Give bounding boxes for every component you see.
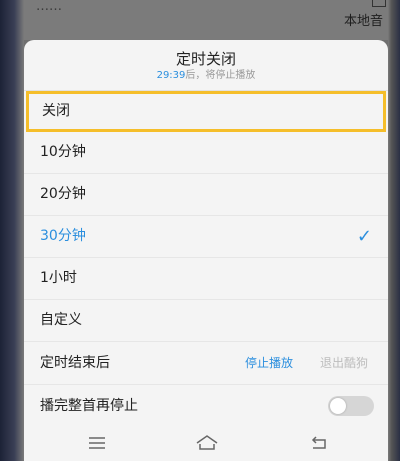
device-edge-left bbox=[0, 0, 24, 461]
checkmark-icon: ✓ bbox=[356, 226, 372, 247]
navigation-bar bbox=[24, 425, 388, 461]
home-icon[interactable] bbox=[192, 431, 222, 455]
option-label: 自定义 bbox=[40, 312, 82, 328]
option-off[interactable]: 关闭 bbox=[26, 91, 386, 132]
back-icon[interactable] bbox=[304, 431, 334, 455]
screen: …… 本地音 定时关闭 29:39后，将停止播放 关闭 10分钟 20分钟 30… bbox=[0, 0, 400, 461]
sheet-subtitle: 29:39后，将停止播放 bbox=[24, 69, 388, 83]
toggle-knob bbox=[330, 398, 346, 414]
option-20min[interactable]: 20分钟 bbox=[24, 174, 388, 216]
menu-icon[interactable] bbox=[82, 431, 112, 455]
option-1hour[interactable]: 1小时 bbox=[24, 258, 388, 300]
subtitle-text: 后，将停止播放 bbox=[185, 70, 256, 81]
option-30min[interactable]: 30分钟 ✓ bbox=[24, 216, 388, 258]
finish-song-row: 播完整首再停止 bbox=[24, 385, 388, 428]
after-timer-row: 定时结束后 停止播放 退出酷狗 bbox=[24, 342, 388, 385]
background-local-music-label: 本地音 bbox=[344, 14, 384, 29]
after-timer-label: 定时结束后 bbox=[40, 355, 110, 371]
sheet-title: 定时关闭 bbox=[175, 50, 236, 68]
finish-song-label: 播完整首再停止 bbox=[40, 398, 138, 414]
option-10min[interactable]: 10分钟 bbox=[24, 132, 388, 174]
countdown-time: 29:39 bbox=[156, 70, 186, 81]
stop-playback-button[interactable]: 停止播放 bbox=[245, 342, 293, 384]
option-custom[interactable]: 自定义 bbox=[24, 300, 388, 342]
finish-song-toggle[interactable] bbox=[328, 396, 374, 416]
option-label: 10分钟 bbox=[40, 144, 86, 160]
background-checkbox bbox=[372, 0, 386, 7]
option-label: 20分钟 bbox=[40, 186, 86, 202]
background-row-text: …… bbox=[36, 0, 62, 14]
option-label: 1小时 bbox=[40, 270, 77, 286]
exit-app-button[interactable]: 退出酷狗 bbox=[320, 342, 368, 384]
sheet-header: 定时关闭 29:39后，将停止播放 bbox=[24, 40, 388, 91]
option-label: 关闭 bbox=[42, 103, 70, 119]
device-edge-right bbox=[388, 0, 400, 461]
sleep-timer-sheet: 定时关闭 29:39后，将停止播放 关闭 10分钟 20分钟 30分钟 ✓ 1小… bbox=[24, 40, 388, 461]
option-label: 30分钟 bbox=[40, 228, 86, 244]
